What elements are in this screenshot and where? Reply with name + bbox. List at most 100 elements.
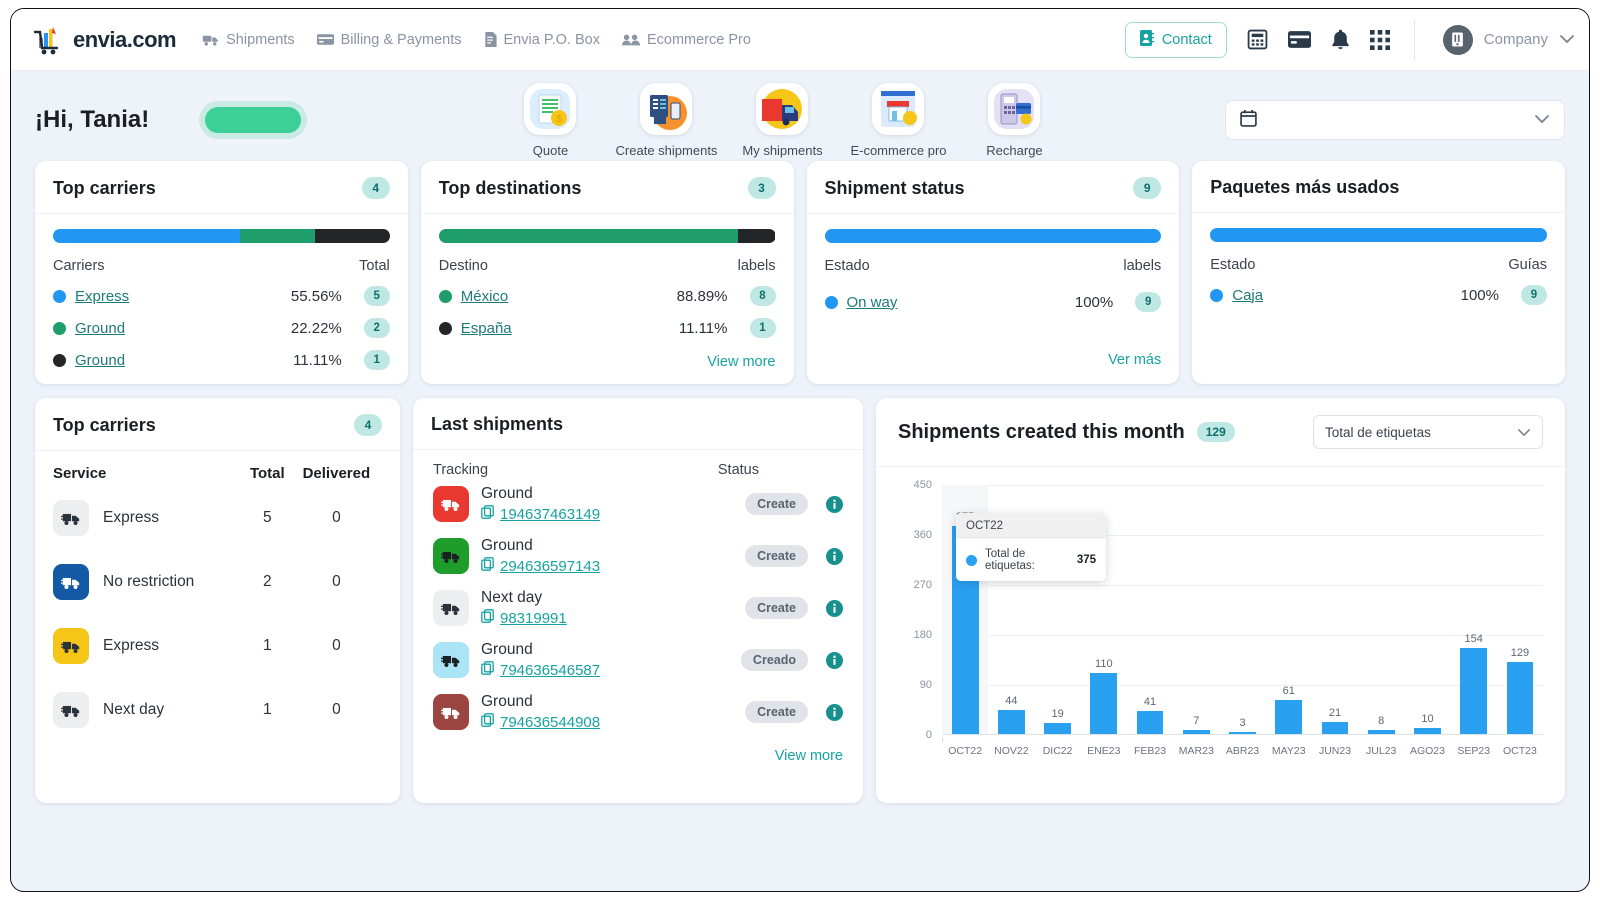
- bar-segment: [825, 229, 1162, 243]
- tracking-link[interactable]: 794636544908: [481, 713, 600, 731]
- bar-slot[interactable]: 61: [1266, 485, 1312, 734]
- status-link[interactable]: On way: [847, 294, 898, 311]
- contact-card-icon: [1140, 30, 1154, 50]
- nav-item-shipments[interactable]: Shipments: [202, 32, 295, 48]
- bar-slot[interactable]: 8: [1358, 485, 1404, 734]
- carrier-link[interactable]: Ground: [75, 320, 125, 337]
- quick-action-quote[interactable]: $ Quote: [502, 83, 598, 158]
- column-header-tracking: Tracking: [433, 462, 718, 478]
- total-cell: 1: [244, 678, 291, 742]
- bell-icon[interactable]: [1331, 29, 1350, 50]
- list-item: Ground 194637463149 Create: [433, 478, 843, 530]
- card-paquetes-mas-usados: Paquetes más usados Estado Guías Caja 10…: [1192, 161, 1565, 384]
- bar-slot[interactable]: 3: [1219, 485, 1265, 734]
- destination-link[interactable]: México: [461, 288, 509, 305]
- bar[interactable]: [1414, 728, 1441, 734]
- contact-button[interactable]: Contact: [1125, 22, 1227, 58]
- bar[interactable]: [1183, 730, 1210, 734]
- info-icon[interactable]: [826, 600, 843, 617]
- info-icon[interactable]: [826, 548, 843, 565]
- bar-slot[interactable]: 129: [1497, 485, 1543, 734]
- bar-slot[interactable]: 21: [1312, 485, 1358, 734]
- destination-link[interactable]: España: [461, 320, 512, 337]
- nav-item-billing[interactable]: Billing & Payments: [317, 32, 462, 48]
- nav-item-ecommerce-pro[interactable]: Ecommerce Pro: [622, 32, 751, 48]
- tracking-link[interactable]: 98319991: [481, 609, 567, 627]
- tooltip-series-dot: [966, 555, 977, 566]
- carrier-link[interactable]: Express: [75, 288, 129, 305]
- nav-label: Ecommerce Pro: [647, 32, 751, 48]
- status-group: Create: [745, 545, 843, 567]
- service-cell: Express: [53, 614, 244, 678]
- envia-logo-mark: [33, 24, 67, 56]
- quick-action-create-shipments[interactable]: Create shipments: [618, 83, 714, 158]
- total-cell: 5: [244, 486, 291, 550]
- info-icon[interactable]: [826, 704, 843, 721]
- bar-value-label: 19: [1051, 708, 1063, 720]
- bar-slot[interactable]: 10: [1404, 485, 1450, 734]
- nav-item-pobox[interactable]: Envia P.O. Box: [484, 32, 600, 48]
- percent-value: 100%: [1075, 294, 1113, 311]
- card-icon[interactable]: [1288, 31, 1311, 48]
- legend-dot: [439, 290, 452, 303]
- bar-value-label: 110: [1095, 658, 1113, 670]
- bar-slot[interactable]: 154: [1451, 485, 1497, 734]
- bar[interactable]: [1368, 730, 1395, 734]
- bar[interactable]: [1322, 722, 1349, 734]
- company-menu[interactable]: Company: [1439, 25, 1575, 55]
- bar[interactable]: [1229, 732, 1256, 734]
- delivery-truck-icon: [53, 692, 89, 728]
- bar-segment: [53, 229, 240, 243]
- tracking-link[interactable]: 294636597143: [481, 557, 600, 575]
- bar[interactable]: [1137, 711, 1164, 734]
- quick-action-my-shipments[interactable]: My shipments: [734, 83, 830, 158]
- count-badge: 1: [750, 318, 776, 338]
- tracking-link[interactable]: 794636546587: [481, 661, 600, 679]
- bar[interactable]: [998, 710, 1025, 734]
- quick-action-ecommerce-pro[interactable]: E-commerce pro: [850, 83, 946, 158]
- bar[interactable]: [1275, 700, 1302, 734]
- package-link[interactable]: Caja: [1232, 287, 1263, 304]
- ecommerce-pro-icon: [872, 83, 924, 135]
- document-icon: [484, 32, 497, 47]
- greeting-status-pill[interactable]: [205, 107, 301, 133]
- y-axis-tick: 180: [914, 629, 932, 641]
- list-item: Caja 100% 9: [1210, 285, 1547, 305]
- status-group: Create: [745, 597, 843, 619]
- ecommerce-icon: [622, 33, 640, 47]
- column-header-right: Total: [359, 258, 390, 274]
- metric-select[interactable]: Total de etiquetas: [1313, 415, 1543, 449]
- x-axis-label: OCT22: [942, 737, 988, 757]
- info-icon[interactable]: [826, 496, 843, 513]
- view-more-link[interactable]: View more: [433, 748, 843, 764]
- bar[interactable]: [1460, 648, 1487, 734]
- calculator-icon[interactable]: [1247, 29, 1268, 50]
- summary-cards-row: Top carriers 4 Carriers Total Express 55…: [11, 161, 1589, 384]
- carrier-service: Ground: [481, 641, 600, 659]
- tooltip-series-name: Total de etiquetas:: [985, 548, 1069, 572]
- card-title: Top destinations: [439, 178, 582, 199]
- quick-action-recharge[interactable]: Recharge: [966, 83, 1062, 158]
- grid-apps-icon[interactable]: [1370, 30, 1390, 50]
- bar-slot[interactable]: 7: [1173, 485, 1219, 734]
- x-axis-label: MAY23: [1266, 737, 1312, 757]
- my-shipments-icon: [756, 83, 808, 135]
- total-cell: 1: [244, 614, 291, 678]
- view-more-link[interactable]: View more: [439, 354, 776, 370]
- bar[interactable]: [1044, 723, 1071, 734]
- date-range-picker[interactable]: [1225, 100, 1565, 140]
- list-item: On way 100% 9: [825, 292, 1162, 312]
- status-badge: Create: [745, 597, 808, 619]
- tracking-link[interactable]: 194637463149: [481, 505, 600, 523]
- envia-logo[interactable]: envia.com: [33, 24, 176, 56]
- info-icon[interactable]: [826, 652, 843, 669]
- table-row: Express 1 0: [53, 614, 382, 678]
- ver-mas-link[interactable]: Ver más: [825, 352, 1162, 368]
- carrier-link[interactable]: Ground: [75, 352, 125, 369]
- tracking-number: 294636597143: [500, 558, 600, 575]
- bar-slot[interactable]: 41: [1127, 485, 1173, 734]
- bar[interactable]: [1090, 673, 1117, 734]
- envia-logo-text: envia.com: [73, 27, 176, 53]
- carrier-service: Next day: [481, 589, 567, 607]
- bar[interactable]: [1507, 662, 1534, 734]
